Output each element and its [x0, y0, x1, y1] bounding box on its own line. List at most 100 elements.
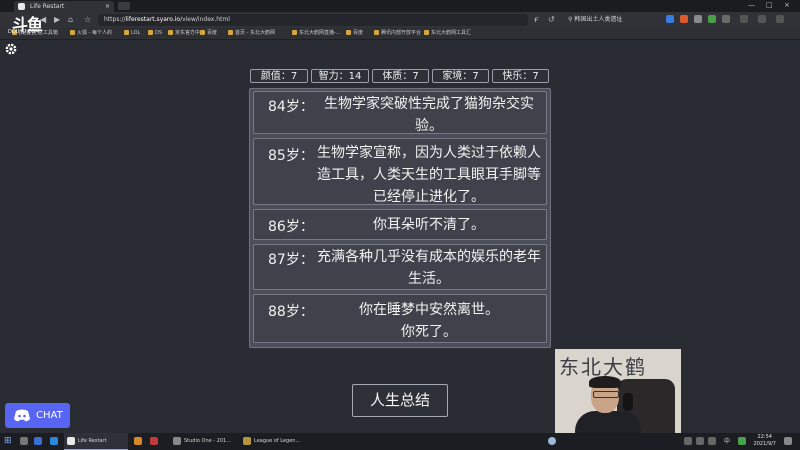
ime-indicator[interactable]: 中	[724, 433, 730, 450]
folder-icon	[346, 30, 351, 35]
life-event-item: 84岁： 生物学家突破性完成了猫狗杂交实 验。	[253, 91, 547, 134]
taskbar-item-studio-one[interactable]: Studio One - 201...	[170, 433, 231, 450]
extension-icon[interactable]	[666, 15, 674, 23]
stat-happiness: 快乐：7	[492, 69, 549, 83]
life-event-item: 86岁： 你耳朵听不清了。	[253, 209, 547, 240]
taskbar-item-browser[interactable]: Life Restart	[64, 433, 128, 450]
menu-icon[interactable]	[776, 15, 784, 23]
settings-gear-icon[interactable]	[4, 42, 18, 56]
window-close-button[interactable]: ×	[784, 0, 790, 11]
life-summary-button[interactable]: 人生总结	[352, 384, 448, 417]
new-tab-button[interactable]	[118, 2, 130, 10]
forward-icon[interactable]: ▶	[54, 14, 60, 26]
discord-chat-button[interactable]: CHAT	[5, 403, 70, 428]
stat-intelligence: 智力：14	[311, 69, 369, 83]
stat-family-wealth: 家境：7	[432, 69, 489, 83]
tray-icon[interactable]	[684, 433, 695, 450]
search-icon	[20, 436, 28, 445]
notification-icon[interactable]	[784, 433, 795, 450]
tray-icon[interactable]	[738, 433, 749, 450]
clock-date: 2021/9/7	[753, 441, 776, 447]
stat-appearance: 颜值：7	[250, 69, 308, 83]
streamer-hair	[589, 376, 621, 388]
taskbar-icon[interactable]	[34, 433, 45, 450]
bookmark-item[interactable]: 首页 - 东北大鹤网	[228, 28, 275, 39]
life-event-item: 88岁： 你在睡梦中安然离世。 你死了。	[253, 294, 547, 343]
event-age: 86岁：	[268, 219, 314, 235]
extension-icon[interactable]	[708, 15, 716, 23]
reader-icon[interactable]: ↺	[548, 14, 555, 26]
folder-icon	[374, 30, 379, 35]
taskbar-icon[interactable]	[50, 433, 61, 450]
windows-taskbar: ⊞ Life Restart Studio One - 201... Leagu…	[0, 433, 800, 450]
life-event-item: 87岁： 充满各种几乎没有成本的娱乐的老年 生活。	[253, 244, 547, 290]
url-host: liferestart.syaro.io	[125, 16, 181, 23]
app-icon	[50, 436, 58, 445]
microphone	[623, 393, 633, 411]
bookmark-item[interactable]: 东北大鹤网直播-...	[292, 28, 341, 39]
glasses	[593, 391, 619, 398]
url-prefix: https://	[104, 16, 126, 23]
translate-icon[interactable]: ғ	[534, 14, 539, 26]
folder-icon	[124, 30, 129, 35]
bookmark-star-icon[interactable]: ☆	[84, 14, 91, 26]
page-favicon-icon	[18, 3, 25, 10]
event-age: 85岁：	[268, 148, 314, 164]
start-windows-icon[interactable]: ⊞	[4, 433, 12, 450]
tray-icon[interactable]	[708, 433, 719, 450]
event-age: 87岁：	[268, 252, 314, 268]
window-minimize-button[interactable]: —	[748, 0, 755, 11]
taskbar-icon[interactable]	[150, 433, 161, 450]
night-mode-icon[interactable]	[758, 15, 766, 23]
folder-icon	[292, 30, 297, 35]
life-events-list[interactable]: 84岁： 生物学家突破性完成了猫狗杂交实 验。 85岁： 生物学家宣称，因为人类过…	[249, 88, 551, 348]
event-text: 充满各种几乎没有成本的娱乐的老年 生活。	[317, 249, 541, 287]
bookmark-item[interactable]: 百度	[200, 28, 217, 39]
folder-icon	[200, 30, 205, 35]
folder-icon	[148, 30, 153, 35]
bookmark-item[interactable]: 百度	[346, 28, 363, 39]
window-maximize-button[interactable]: □	[766, 0, 773, 11]
taskbar-item-league[interactable]: League of Legen...	[240, 433, 300, 450]
event-text: 生物学家宣称，因为人类过于依赖人 造工具，人类天生的工具眼耳手脚等 已经停止进化了。	[317, 145, 541, 205]
extension-icon[interactable]	[680, 15, 688, 23]
bookmark-item[interactable]: 火狐 - 每个人的	[70, 28, 112, 39]
address-toolbar: ◀ ▶ ⌂ ☆ https://liferestart.syaro.io/vie…	[0, 12, 800, 28]
url-bar[interactable]: https://liferestart.syaro.io/view/index.…	[98, 14, 528, 26]
cloud-icon[interactable]	[548, 433, 559, 450]
folder-icon	[424, 30, 429, 35]
stat-constitution: 体质：7	[372, 69, 429, 83]
tab-title: Life Restart	[30, 3, 65, 10]
event-age: 84岁：	[268, 99, 314, 115]
bookmark-item[interactable]: 腾讯内部开放平台	[374, 28, 421, 39]
event-text: 你在睡梦中安然离世。 你死了。	[359, 302, 499, 340]
bookmark-item[interactable]: DS	[148, 28, 162, 39]
search-box[interactable]: ⚲ 韩国出土人类遗址	[568, 14, 664, 26]
event-text: 生物学家突破性完成了猫狗杂交实 验。	[324, 96, 534, 134]
extension-icon[interactable]	[694, 15, 702, 23]
league-icon	[243, 436, 251, 445]
search-text: 韩国出土人类遗址	[574, 16, 623, 23]
browser-icon	[67, 436, 75, 445]
bookmark-item[interactable]: 东北大鹤网工具汇	[424, 28, 471, 39]
folder-icon	[228, 30, 233, 35]
app-icon	[134, 436, 142, 445]
clock-time: 22:54	[757, 434, 772, 440]
event-age: 88岁：	[268, 304, 314, 320]
browser-tab-strip: Life Restart × — □ ×	[0, 0, 800, 12]
system-clock[interactable]: 22:54 2021/9/7	[754, 434, 776, 448]
taskbar-icon[interactable]	[134, 433, 145, 450]
event-text: 你耳朵听不清了。	[373, 217, 485, 233]
app-icon	[34, 436, 42, 445]
bookmark-item[interactable]: LOL	[124, 28, 140, 39]
home-icon[interactable]: ⌂	[68, 14, 73, 26]
life-event-item: 85岁： 生物学家宣称，因为人类过于依赖人 造工具，人类天生的工具眼耳手脚等 已经停…	[253, 138, 547, 205]
taskbar-icon[interactable]	[20, 433, 31, 450]
tab-close-icon[interactable]: ×	[105, 1, 110, 12]
chat-label: CHAT	[36, 410, 63, 421]
folder-icon	[70, 30, 75, 35]
extension-icon[interactable]	[722, 15, 730, 23]
studio-one-icon	[173, 436, 181, 445]
tray-icon[interactable]	[696, 433, 707, 450]
download-icon[interactable]	[740, 15, 748, 23]
